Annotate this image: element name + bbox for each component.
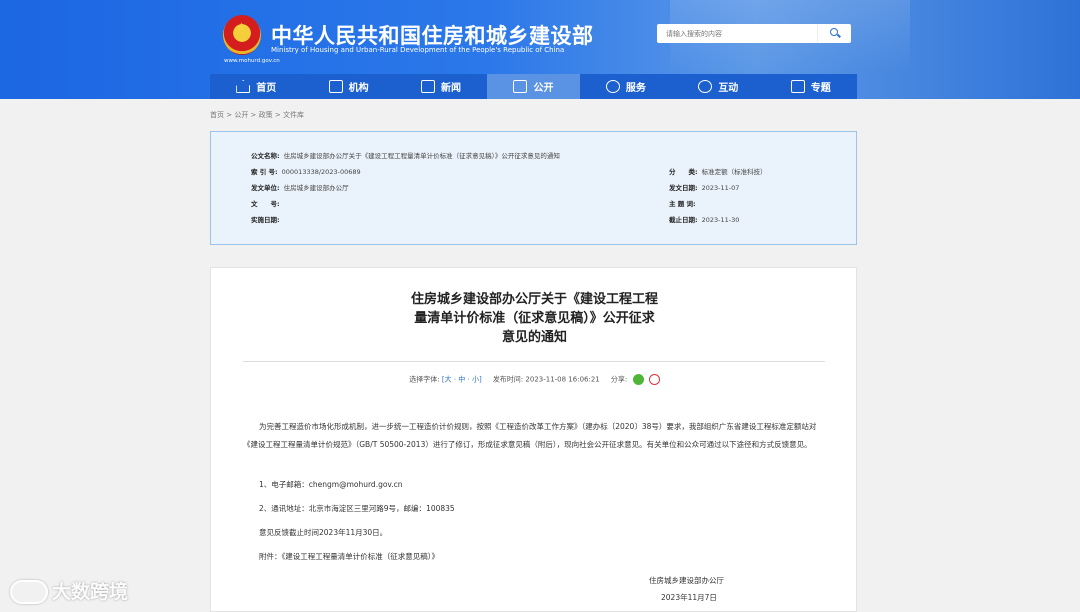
attachment-link[interactable]: 附件：《建设工程工程量清单计价标准（征求意见稿）》 — [243, 548, 828, 566]
info-index: 索 引 号: 000013338/2023-00689 — [251, 168, 361, 176]
article-panel: 住房城乡建设部办公厅关于《建设工程工程 量清单计价标准（征求意见稿）》公开征求 … — [210, 267, 857, 612]
nav-label: 首页 — [256, 83, 277, 94]
title-line: 住房城乡建设部办公厅关于《建设工程工程 — [410, 292, 658, 307]
nav-item-service[interactable]: 服务 — [580, 74, 672, 99]
info-category: 分 类: 标准定额（标准科技） — [669, 168, 767, 176]
signature-org: 住房城乡建设部办公厅 — [649, 576, 724, 585]
nav-label: 机构 — [348, 83, 369, 94]
deadline-text: 意见反馈截止时间2023年11月30日。 — [259, 528, 388, 537]
site-subtitle: Ministry of Housing and Urban-Rural Deve… — [271, 46, 565, 54]
nav-item-home[interactable]: 首页 — [210, 74, 302, 99]
watermark-logo-icon — [10, 580, 48, 604]
watermark-text: 大数跨境 — [52, 581, 129, 603]
search-input[interactable]: 请输入搜索的内容 — [666, 29, 722, 39]
nav-label: 新闻 — [441, 83, 462, 94]
nav-item-topic[interactable]: 专题 — [765, 74, 857, 99]
article-title: 住房城乡建设部办公厅关于《建设工程工程 量清单计价标准（征求意见稿）》公开征求 … — [211, 290, 858, 347]
search-icon — [830, 28, 838, 36]
breadcrumb[interactable]: 首页 > 公开 > 政策 > 文件库 — [210, 110, 304, 120]
national-emblem-icon[interactable]: ★ — [223, 15, 261, 55]
contact-address: 2、通讯地址：北京市海淀区三里河路9号，邮编：100835 — [259, 504, 455, 513]
info-impl-date: 实施日期: — [251, 216, 280, 224]
info-subject: 主 题 词: — [669, 200, 696, 208]
info-doc-name: 公文名称: 住房城乡建设部办公厅关于《建设工程工程量清单计价标准（征求意见稿）》公… — [251, 152, 560, 160]
nav-item-interact[interactable]: 互动 — [672, 74, 764, 99]
font-size-selector[interactable]: [大 · 中 · 小] — [442, 376, 482, 384]
document-info-box: 公文名称: 住房城乡建设部办公厅关于《建设工程工程量清单计价标准（征求意见稿）》公… — [210, 131, 857, 245]
nav-item-news[interactable]: 新闻 — [395, 74, 487, 99]
org-icon — [328, 80, 343, 93]
weibo-share-icon[interactable] — [648, 374, 660, 385]
nav-label: 互动 — [718, 83, 739, 94]
nav-item-org[interactable]: 机构 — [302, 74, 394, 99]
info-issuer: 发文单位: 住房城乡建设部办公厅 — [251, 184, 349, 192]
share-label: 分享: — [610, 375, 628, 384]
site-header: ★ 中华人民共和国住房和城乡建设部 Ministry of Housing an… — [0, 0, 1080, 99]
publish-time: 2023-11-08 16:06:21 — [525, 375, 600, 384]
news-icon — [421, 80, 436, 93]
search-box[interactable]: 请输入搜索的内容 — [657, 24, 851, 43]
home-icon — [236, 80, 251, 93]
service-icon — [605, 80, 620, 93]
font-size-label: 选择字体: — [409, 375, 440, 384]
title-line: 意见的通知 — [501, 330, 567, 345]
nav-label: 服务 — [625, 83, 646, 94]
search-button[interactable] — [817, 24, 851, 43]
info-date: 发文日期: 2023-11-07 — [669, 184, 740, 192]
site-url: www.mohurd.gov.cn — [224, 58, 280, 64]
wechat-share-icon[interactable] — [632, 374, 644, 385]
info-docno: 文 号: — [251, 200, 280, 208]
disclosure-icon — [513, 80, 528, 93]
topic-icon — [790, 80, 805, 93]
nav-label: 专题 — [810, 83, 831, 94]
signature-date: 2023年11月7日 — [661, 593, 717, 602]
nav-item-disclosure[interactable]: 公开 — [487, 74, 580, 99]
article-body: 为完善工程造价市场化形成机制，进一步统一工程造价计价规则，按照《工程造价改革工作… — [243, 422, 817, 449]
divider — [243, 361, 825, 362]
publish-label: 发布时间: — [492, 375, 524, 384]
contact-email: 1、电子邮箱：chengm@mohurd.gov.cn — [259, 480, 403, 489]
main-nav: 首页 机构 新闻 公开 服务 互动 专题 — [210, 74, 857, 99]
article-meta: 选择字体: [大 · 中 · 小] 发布时间: 2023-11-08 16:06… — [211, 374, 858, 385]
interact-icon — [698, 80, 713, 93]
nav-label: 公开 — [533, 83, 554, 94]
title-line: 量清单计价标准（征求意见稿）》公开征求 — [414, 311, 655, 326]
info-expire-date: 截止日期: 2023-11-30 — [669, 216, 740, 224]
